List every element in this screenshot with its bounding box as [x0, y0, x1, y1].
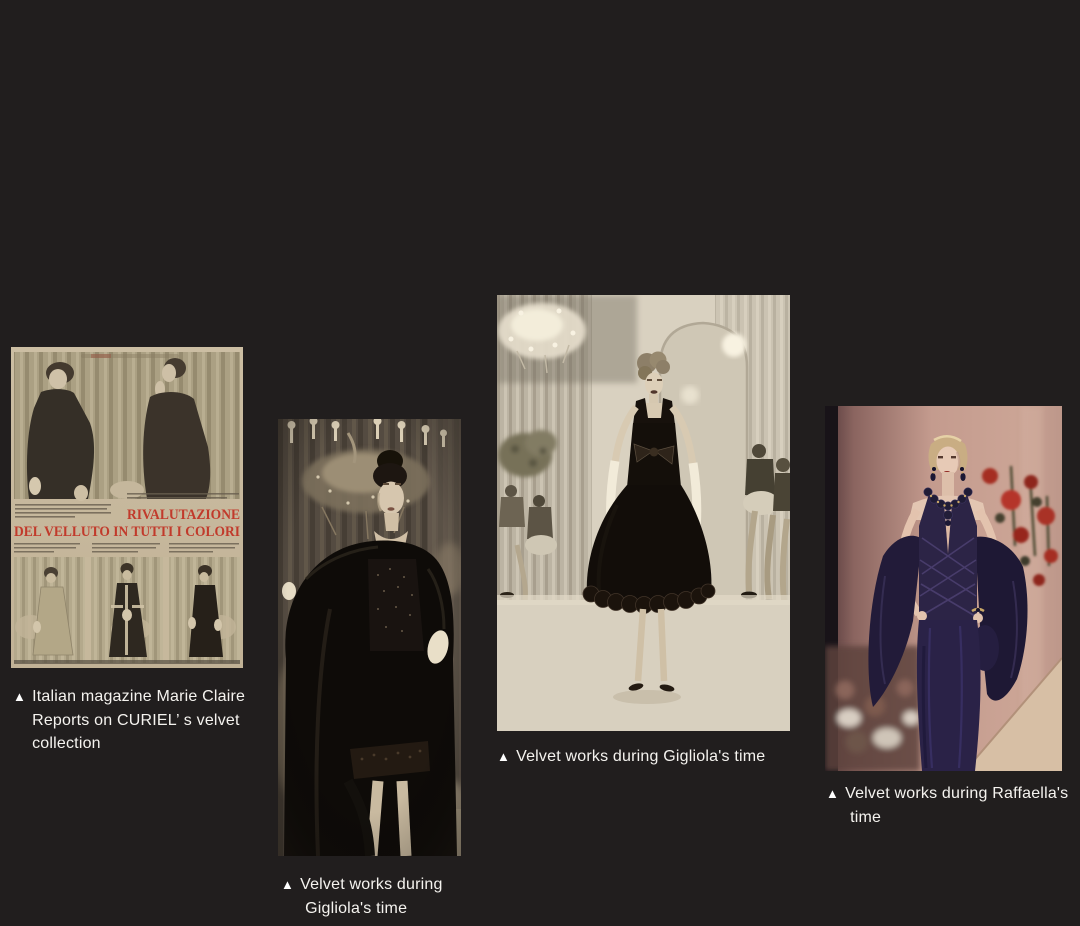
velvet-model-photo [278, 419, 461, 856]
figure-velvet-model-gigliola: ▲ Velvet works during Gigliola's time [278, 419, 461, 856]
caption-velvet-model: ▲ Velvet works during Gigliola's time [281, 873, 443, 920]
triangle-up-icon: ▲ [281, 873, 294, 897]
caption-line: collection [32, 732, 245, 756]
caption-magazine: ▲ Italian magazine Marie Claire Reports … [13, 685, 245, 756]
caption-line: time [845, 806, 1068, 830]
magazine-clipping-photo: RIVALUTAZIONE DEL VELLUTO IN TUTTI I COL… [11, 347, 243, 668]
caption-line: Reports on CURIEL’ s velvet [32, 709, 245, 733]
wall-light [681, 386, 699, 404]
wall-light [722, 333, 746, 357]
figure-velvet-runway-gigliola: ▲ Velvet works during Gigliola's time [497, 295, 790, 731]
magazine-headline-line2: DEL VELLUTO IN TUTTI I COLORI [14, 524, 240, 540]
caption-velvet-runway-raffaella: ▲ Velvet works during Raffaella's time [826, 782, 1068, 829]
caption-line: Gigliola's time [300, 897, 443, 921]
caption-line: Velvet works during Gigliola's time [516, 745, 765, 769]
triangle-up-icon: ▲ [826, 782, 839, 806]
figure-magazine-clipping: RIVALUTAZIONE DEL VELLUTO IN TUTTI I COL… [11, 347, 243, 668]
magazine-headline-line1: RIVALUTAZIONE [127, 507, 240, 523]
velvet-raffaella-photo [825, 406, 1062, 771]
caption-line: Velvet works during Raffaella's [845, 782, 1068, 806]
triangle-up-icon: ▲ [497, 745, 510, 769]
velvet-runway-photo [497, 295, 790, 731]
magazine-bottom-photos [14, 557, 240, 663]
figure-velvet-runway-raffaella: ▲ Velvet works during Raffaella's time [825, 406, 1062, 771]
caption-velvet-runway-gigliola: ▲ Velvet works during Gigliola's time [497, 745, 765, 769]
caption-line: Italian magazine Marie Claire [32, 685, 245, 709]
triangle-up-icon: ▲ [13, 685, 26, 709]
velvet-history-page: RIVALUTAZIONE DEL VELLUTO IN TUTTI I COL… [0, 0, 1080, 926]
caption-line: Velvet works during [300, 873, 443, 897]
